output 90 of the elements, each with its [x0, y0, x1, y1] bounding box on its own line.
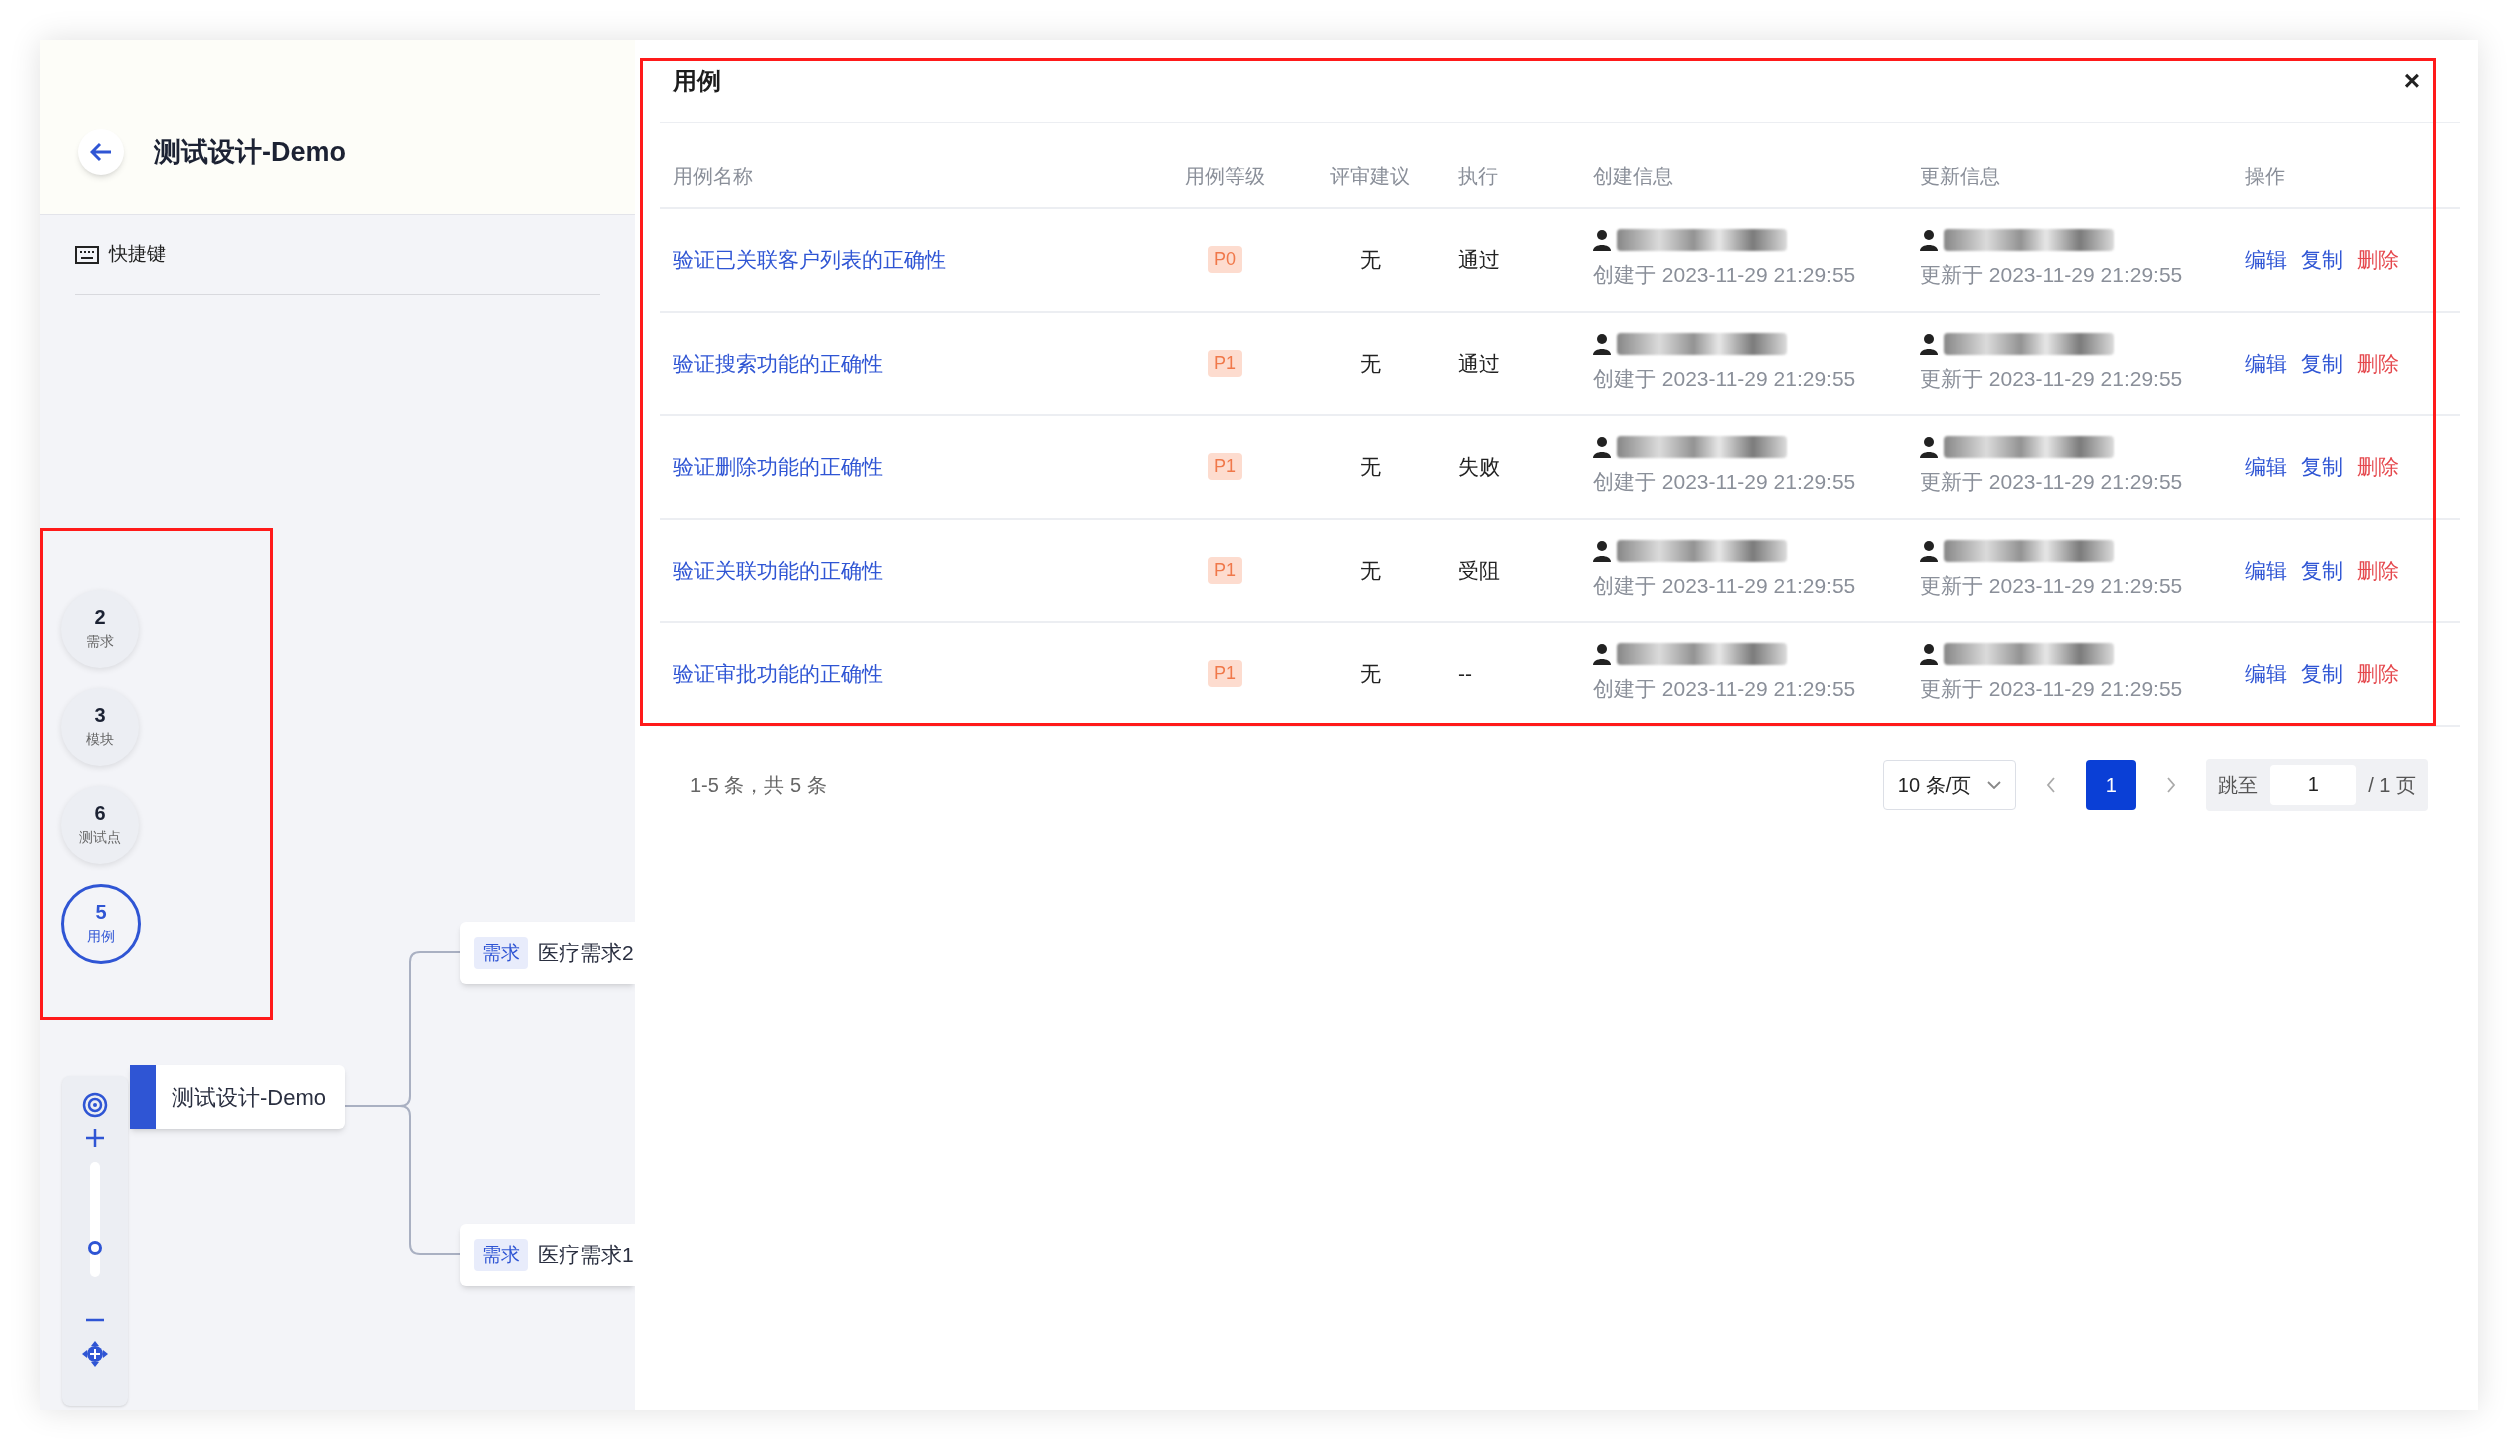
requirement-node[interactable]: 需求 医疗需求1 [460, 1224, 635, 1286]
case-name-link[interactable]: 验证删除功能的正确性 [660, 451, 883, 483]
column-header: 创建信息 [1592, 164, 1673, 189]
delete-link[interactable]: 删除 [2357, 244, 2399, 276]
dialog-title: 用例 [673, 66, 721, 96]
back-arrow-icon [90, 142, 112, 162]
target-icon[interactable] [82, 1092, 108, 1118]
total-pages: / 1 页 [2368, 772, 2416, 798]
table-cell-text: 无 [1359, 557, 1381, 584]
column-header: 更新信息 [1919, 164, 2000, 189]
action-link[interactable]: 复制 [2301, 554, 2343, 586]
back-button[interactable] [78, 129, 124, 175]
table-cell-text: 通过 [1457, 350, 1500, 377]
keyboard-icon [75, 245, 99, 264]
person-icon [1593, 643, 1611, 665]
updated-time: 更新于 2023-11-29 21:29:55 [1920, 676, 2184, 702]
created-time: 创建于 2023-11-29 21:29:55 [1593, 365, 1857, 392]
updated-time: 更新于 2023-11-29 21:29:55 [1920, 365, 2184, 392]
priority-tag: P0 [1208, 246, 1242, 274]
node-icon [130, 1065, 156, 1129]
table-cell-text: 无 [1359, 661, 1381, 687]
action-link[interactable]: 复制 [2301, 244, 2343, 276]
person-icon [1920, 436, 1938, 458]
root-node[interactable]: 测试设计-Demo [130, 1065, 345, 1129]
priority-tag: P1 [1208, 453, 1242, 481]
person-icon [1920, 332, 1938, 355]
page-title: 测试设计-Demo [154, 135, 346, 169]
delete-link[interactable]: 删除 [2357, 347, 2399, 379]
shortcut-link[interactable]: 快捷键 [109, 240, 166, 269]
case-name-link[interactable]: 验证已关联客户列表的正确性 [660, 244, 946, 276]
close-button[interactable]: × [2403, 67, 2420, 95]
table-cell-text: 无 [1359, 247, 1381, 273]
chevron-down-icon [1987, 780, 2002, 789]
created-time: 创建于 2023-11-29 21:29:55 [1593, 469, 1857, 495]
action-link[interactable]: 编辑 [2245, 554, 2287, 586]
case-name-link[interactable]: 验证审批功能的正确性 [660, 658, 883, 690]
zoom-out-icon[interactable] [85, 1317, 105, 1323]
priority-tag: P1 [1208, 556, 1242, 584]
person-icon [1920, 539, 1938, 562]
action-link[interactable]: 复制 [2301, 451, 2343, 483]
created-time: 创建于 2023-11-29 21:29:55 [1593, 262, 1857, 288]
action-link[interactable]: 编辑 [2245, 347, 2287, 379]
updated-time: 更新于 2023-11-29 21:29:55 [1920, 262, 2184, 288]
delete-link[interactable]: 删除 [2357, 451, 2399, 483]
column-header: 操作 [2244, 164, 2285, 189]
page-number-field[interactable]: 1 [2270, 764, 2357, 805]
page-size-select[interactable]: 10 条/页 [1882, 759, 2017, 810]
column-header: 用例名称 [672, 164, 753, 189]
updated-time: 更新于 2023-11-29 21:29:55 [1920, 469, 2184, 495]
pagination-summary: 1-5 条，共 5 条 [690, 772, 827, 798]
column-header: 执行 [1457, 164, 1498, 189]
created-time: 创建于 2023-11-29 21:29:55 [1593, 676, 1857, 702]
node-label: 医疗需求2 [538, 940, 634, 967]
table-cell-text: 失败 [1457, 454, 1500, 480]
updated-time: 更新于 2023-11-29 21:29:55 [1920, 572, 2184, 599]
created-time: 创建于 2023-11-29 21:29:55 [1593, 572, 1857, 599]
action-link[interactable]: 复制 [2301, 347, 2343, 379]
person-icon [1920, 643, 1938, 665]
table-cell-text: 受阻 [1457, 557, 1500, 584]
person-icon [1593, 229, 1611, 251]
person-icon [1593, 436, 1611, 458]
case-name-link[interactable]: 验证搜索功能的正确性 [660, 347, 883, 379]
person-icon [1593, 539, 1611, 562]
delete-link[interactable]: 删除 [2357, 658, 2399, 690]
slider-thumb[interactable] [88, 1241, 102, 1256]
person-icon [1593, 332, 1611, 355]
node-label: 医疗需求1 [538, 1242, 634, 1269]
requirement-tag: 需求 [474, 936, 528, 970]
table-cell-text: 通过 [1457, 247, 1500, 273]
case-name-link[interactable]: 验证关联功能的正确性 [660, 554, 883, 586]
person-icon [1920, 229, 1938, 251]
move-icon[interactable] [82, 1341, 108, 1367]
action-link[interactable]: 编辑 [2245, 451, 2287, 483]
table-cell-text: -- [1457, 661, 1472, 687]
action-link[interactable]: 编辑 [2245, 244, 2287, 276]
action-link[interactable]: 复制 [2301, 658, 2343, 690]
table-cell-text: 无 [1359, 350, 1381, 377]
action-link[interactable]: 编辑 [2245, 658, 2287, 690]
requirement-node[interactable]: 需求 医疗需求2 [460, 922, 635, 984]
priority-tag: P1 [1208, 349, 1242, 377]
zoom-slider[interactable] [90, 1162, 100, 1277]
requirement-tag: 需求 [474, 1238, 528, 1272]
jump-label: 跳至 [2218, 772, 2259, 798]
column-header: 评审建议 [1330, 164, 1410, 189]
zoom-in-icon[interactable] [85, 1128, 105, 1148]
table-cell-text: 无 [1359, 454, 1381, 480]
column-header: 用例等级 [1185, 164, 1265, 189]
page-button[interactable]: 1 [2086, 759, 2137, 810]
delete-link[interactable]: 删除 [2357, 554, 2399, 586]
priority-tag: P1 [1208, 660, 1242, 688]
